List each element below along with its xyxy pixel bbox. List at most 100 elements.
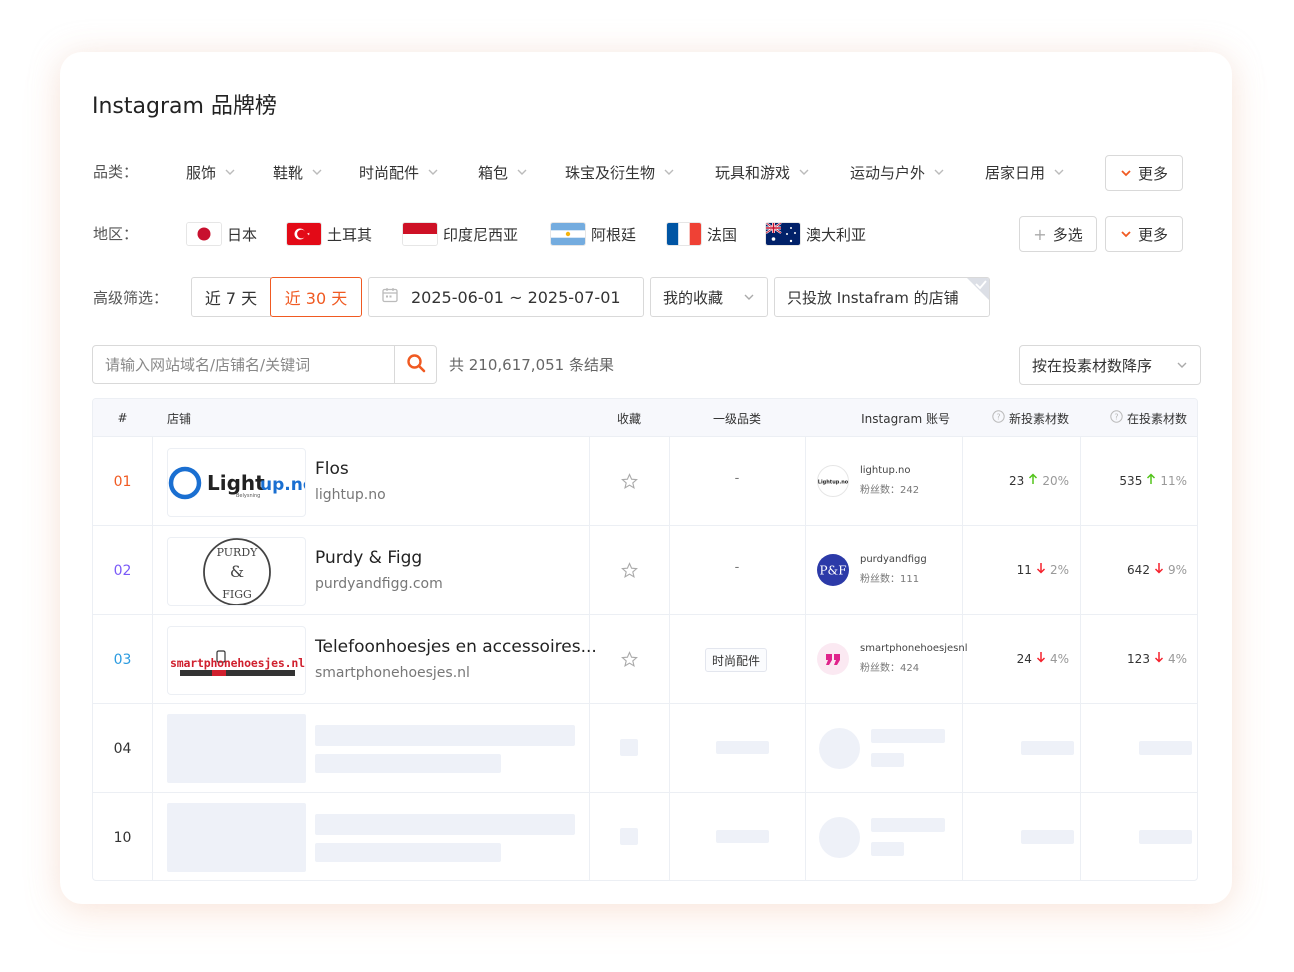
skeleton-new-ads	[1021, 741, 1074, 755]
search-input[interactable]	[93, 346, 394, 383]
new-ads-metric: 11 2%	[962, 562, 1069, 577]
chevron-down-icon	[311, 166, 323, 178]
search-button[interactable]	[394, 346, 436, 383]
category-toys-games[interactable]: 玩具和游戏	[715, 160, 810, 184]
category-text: 服饰	[186, 163, 217, 182]
chevron-down-icon	[427, 166, 439, 178]
shop-logo: PURDY & FIGG	[167, 537, 306, 606]
page-title: Instagram 品牌榜	[92, 94, 277, 119]
favorite-star-icon[interactable]	[621, 562, 638, 579]
svg-text:up.no: up.no	[260, 475, 306, 495]
active-ads-metric: 123 4%	[1080, 651, 1187, 666]
shop-logo: Light up.no Belysning	[167, 448, 306, 517]
header-active-ads-label: 在投素材数	[1126, 411, 1187, 426]
sort-label: 按在投素材数降序	[1032, 356, 1153, 375]
category-text: 运动与户外	[850, 163, 926, 182]
instagram-fans: 粉丝数：424	[860, 663, 920, 674]
category-apparel[interactable]: 服饰	[186, 160, 236, 184]
range-7-days-button[interactable]: 近 7 天	[191, 277, 271, 317]
new-ads-pct: 20%	[1042, 473, 1069, 488]
category-fashion-accessories[interactable]: 时尚配件	[359, 160, 439, 184]
category-home[interactable]: 居家日用	[985, 160, 1065, 184]
australia-flag-icon	[766, 223, 800, 245]
range-30-days-button[interactable]: 近 30 天	[270, 277, 362, 317]
region-argentina[interactable]: 阿根廷	[551, 222, 636, 246]
category-shoes[interactable]: 鞋靴	[273, 160, 323, 184]
region-japan[interactable]: 日本	[187, 222, 257, 246]
sort-select[interactable]: 按在投素材数降序	[1019, 345, 1201, 385]
instagram-avatar: Lightup.no	[817, 465, 849, 497]
checkmark-corner-icon	[966, 278, 989, 305]
multi-select-button[interactable]: + 多选	[1019, 216, 1097, 252]
category-label: 品类：	[93, 163, 139, 181]
header-new-ads[interactable]: ? 新投素材数	[962, 399, 1069, 437]
header-favorite: 收藏	[616, 411, 641, 426]
skeleton-name	[315, 814, 575, 835]
table-row[interactable]: 01 Light up.no Belysning Flos lightup.no…	[93, 437, 1197, 526]
date-range-picker[interactable]: 2025-06-01 ~ 2025-07-01	[368, 277, 644, 317]
header-instagram: Instagram 账号	[861, 411, 950, 426]
active-ads-pct: 9%	[1167, 562, 1187, 577]
skeleton-avatar	[819, 817, 860, 858]
arrow-up-icon	[1028, 473, 1038, 488]
row-rank: 03	[113, 651, 132, 668]
shop-domain[interactable]: lightup.no	[315, 487, 386, 503]
active-ads-value: 535	[1119, 473, 1143, 488]
header-category: 一级品类	[712, 411, 761, 426]
table-row[interactable]: 02 PURDY & FIGG Purdy & Figg purdyandfig…	[93, 526, 1197, 615]
instagram-fans: 粉丝数：242	[860, 485, 920, 496]
turkey-flag-icon	[287, 223, 321, 245]
category-value: -	[734, 560, 740, 575]
shop-name[interactable]: Telefoonhoesjes en accessoires...	[315, 637, 597, 657]
table-row[interactable]: 03 smartphonehoesjes.nl Telefoonhoesjes …	[93, 615, 1197, 704]
instagram-handle[interactable]: smartphonehoesjesnl	[860, 643, 967, 654]
category-text: 玩具和游戏	[715, 163, 791, 182]
skeleton-handle	[871, 729, 945, 743]
region-turkey[interactable]: 土耳其	[287, 222, 372, 246]
new-ads-metric: 23 20%	[962, 473, 1069, 488]
category-tag: 时尚配件	[705, 648, 768, 672]
region-text: 阿根廷	[591, 225, 637, 244]
favorite-star-icon[interactable]	[621, 651, 638, 668]
skeleton-avatar	[819, 728, 860, 769]
france-flag-icon	[667, 223, 701, 245]
region-australia[interactable]: 澳大利亚	[766, 222, 866, 246]
chevron-down-icon	[1120, 228, 1132, 240]
favorites-label: 我的收藏	[663, 288, 724, 307]
arrow-down-icon	[1154, 651, 1164, 666]
category-bags[interactable]: 箱包	[478, 160, 528, 184]
shop-domain[interactable]: purdyandfigg.com	[315, 576, 443, 592]
indonesia-flag-icon	[403, 223, 437, 245]
favorite-star-icon[interactable]	[621, 473, 638, 490]
chevron-down-icon	[1120, 167, 1132, 179]
region-more-button[interactable]: 更多	[1105, 216, 1183, 252]
instagram-avatar	[817, 643, 849, 675]
skeleton-active-ads	[1139, 741, 1192, 755]
only-instafram-toggle[interactable]: 只投放 Instafram 的店铺	[774, 277, 990, 317]
region-label: 地区：	[93, 225, 139, 243]
shop-name[interactable]: Flos	[315, 459, 349, 479]
chevron-down-icon	[224, 166, 236, 178]
region-indonesia[interactable]: 印度尼西亚	[403, 222, 518, 246]
arrow-down-icon	[1036, 651, 1046, 666]
region-france[interactable]: 法国	[667, 222, 737, 246]
header-active-ads[interactable]: ? 在投素材数	[1080, 399, 1187, 437]
calendar-icon	[381, 286, 399, 308]
skeleton-star	[620, 828, 638, 845]
more-label: 更多	[1137, 164, 1168, 183]
category-more-button[interactable]: 更多	[1105, 155, 1183, 191]
multi-select-label: 多选	[1052, 225, 1083, 244]
instagram-handle[interactable]: purdyandfigg	[860, 554, 927, 565]
active-ads-metric: 642 9%	[1080, 562, 1187, 577]
favorites-select[interactable]: 我的收藏	[650, 277, 768, 317]
shop-name[interactable]: Purdy & Figg	[315, 548, 422, 568]
svg-text:Lightup.no: Lightup.no	[818, 480, 848, 486]
category-sports-outdoor[interactable]: 运动与户外	[850, 160, 945, 184]
instagram-handle[interactable]: lightup.no	[860, 465, 910, 476]
chevron-down-icon	[516, 166, 528, 178]
shop-domain[interactable]: smartphonehoesjes.nl	[315, 665, 470, 681]
category-jewelry[interactable]: 珠宝及衍生物	[565, 160, 675, 184]
skeleton-domain	[315, 754, 501, 773]
category-text: 居家日用	[985, 163, 1046, 182]
svg-text:&: &	[230, 562, 244, 581]
